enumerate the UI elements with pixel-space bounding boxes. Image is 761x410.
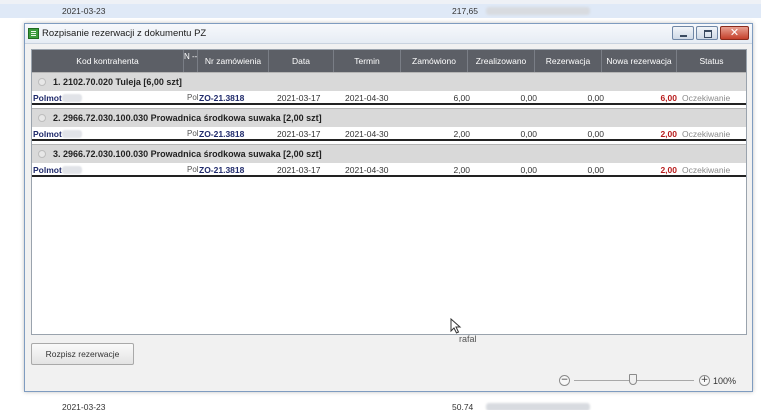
reservation-grid[interactable]: Kod kontrahenta N -- Nr zamówienia Data … [31, 49, 747, 344]
spreadsheet-icon [28, 28, 39, 39]
cell-status: Oczekiwanie [682, 93, 731, 103]
redacted-text [486, 7, 590, 15]
cell-nr-zamowienia: ZO-21.3818 [199, 93, 245, 103]
minimize-button[interactable] [672, 26, 694, 40]
group: 3. 2966.72.030.100.030 Prowadnica środko… [32, 144, 746, 180]
cell-status: Oczekiwanie [682, 129, 731, 139]
cell-zamowiono: 2,00 [453, 165, 470, 175]
redacted-text [62, 94, 82, 102]
column-header-termin[interactable]: Termin [334, 50, 401, 72]
cell-termin: 2021-04-30 [345, 165, 389, 175]
grid-header: Kod kontrahenta N -- Nr zamówienia Data … [32, 50, 746, 72]
cell-zrealizowano: 0,00 [520, 93, 537, 103]
column-header-nowa-rezerwacja[interactable]: Nowa rezerwacja [602, 50, 677, 72]
redacted-text [486, 403, 590, 410]
collapse-icon[interactable] [38, 114, 46, 122]
column-header-rezerwacja[interactable]: Rezerwacja [535, 50, 602, 72]
group: 1. 2102.70.020 Tuleja [6,00 szt] Polmot … [32, 72, 746, 108]
group-header[interactable]: 2. 2966.72.030.100.030 Prowadnica środko… [32, 108, 746, 127]
cell-zrealizowano: 0,00 [520, 165, 537, 175]
collapse-icon[interactable] [38, 78, 46, 86]
cell-status: Oczekiwanie [682, 165, 731, 175]
maximize-button[interactable] [696, 26, 718, 40]
close-button[interactable]: ✕ [720, 26, 749, 40]
background-row-value: 50.74 [452, 402, 474, 410]
cell-rezerwacja: 0,00 [587, 93, 604, 103]
cell-kod-kontrahenta: Polmot [33, 129, 62, 139]
split-reservations-button[interactable]: Rozpisz rezerwacje [31, 343, 134, 365]
table-row[interactable]: Polmot Pol ZO-21.3818 2021-03-17 2021-04… [32, 163, 746, 177]
column-header-zrealizowano[interactable]: Zrealizowano [468, 50, 535, 72]
close-icon: ✕ [729, 26, 740, 39]
cell-nr-zamowienia: ZO-21.3818 [199, 165, 245, 175]
background-row: 2021-03-23 50.74 [0, 400, 761, 410]
cell-nowa-rezerwacja[interactable]: 6,00 [612, 93, 677, 103]
cell-kod-kontrahenta: Polmot [33, 93, 62, 103]
zoom-out-icon[interactable]: − [559, 375, 570, 386]
cell-n: Pol [187, 165, 199, 174]
column-header-zamowiono[interactable]: Zamówiono [401, 50, 468, 72]
cell-kod-kontrahenta: Polmot [33, 165, 62, 175]
collapse-icon[interactable] [38, 150, 46, 158]
column-header-nr-zamowienia[interactable]: Nr zamówienia [198, 50, 269, 72]
table-row[interactable]: Polmot Pol ZO-21.3818 2021-03-17 2021-04… [32, 127, 746, 141]
background-row-date: 2021-03-23 [62, 6, 106, 16]
cell-data: 2021-03-17 [277, 93, 321, 103]
column-header-data[interactable]: Data [269, 50, 334, 72]
cell-data: 2021-03-17 [277, 129, 321, 139]
group-title: 2. 2966.72.030.100.030 Prowadnica środko… [53, 113, 322, 123]
cell-nr-zamowienia: ZO-21.3818 [199, 129, 245, 139]
cell-termin: 2021-04-30 [345, 93, 389, 103]
background-row: 2021-03-23 217,65 [0, 4, 761, 18]
zoom-slider-thumb[interactable] [629, 374, 637, 385]
group: 2. 2966.72.030.100.030 Prowadnica środko… [32, 108, 746, 144]
title-bar[interactable]: Rozpisanie rezerwacji z dokumentu PZ ✕ [25, 24, 752, 44]
column-header-status[interactable]: Status [677, 50, 746, 72]
cell-nowa-rezerwacja[interactable]: 2,00 [612, 129, 677, 139]
column-header-n[interactable]: N -- [184, 50, 198, 72]
watermark-text: rafal [459, 334, 477, 344]
group-header[interactable]: 1. 2102.70.020 Tuleja [6,00 szt] [32, 72, 746, 91]
column-header-kod[interactable]: Kod kontrahenta [32, 50, 184, 72]
cell-termin: 2021-04-30 [345, 129, 389, 139]
zoom-in-icon[interactable]: + [699, 375, 710, 386]
redacted-text [62, 166, 82, 174]
cell-n: Pol [187, 129, 199, 138]
redacted-text [62, 130, 82, 138]
window-title: Rozpisanie rezerwacji z dokumentu PZ [42, 28, 207, 39]
zoom-control: − + 100% [558, 373, 748, 389]
cell-data: 2021-03-17 [277, 165, 321, 175]
mouse-cursor-icon [450, 318, 462, 334]
cell-zamowiono: 6,00 [453, 93, 470, 103]
group-title: 3. 2966.72.030.100.030 Prowadnica środko… [53, 149, 322, 159]
reservation-dialog: Rozpisanie rezerwacji z dokumentu PZ ✕ K… [24, 23, 753, 392]
group-title: 1. 2102.70.020 Tuleja [6,00 szt] [53, 77, 182, 87]
background-row-date: 2021-03-23 [62, 402, 106, 410]
background-row-value: 217,65 [452, 6, 478, 16]
zoom-level-label: 100% [713, 376, 737, 386]
cell-zrealizowano: 0,00 [520, 129, 537, 139]
cell-rezerwacja: 0,00 [587, 165, 604, 175]
cell-zamowiono: 2,00 [453, 129, 470, 139]
group-header[interactable]: 3. 2966.72.030.100.030 Prowadnica środko… [32, 144, 746, 163]
cell-rezerwacja: 0,00 [587, 129, 604, 139]
table-row[interactable]: Polmot Pol ZO-21.3818 2021-03-17 2021-04… [32, 91, 746, 105]
cell-n: Pol [187, 93, 199, 102]
cell-nowa-rezerwacja[interactable]: 2,00 [612, 165, 677, 175]
